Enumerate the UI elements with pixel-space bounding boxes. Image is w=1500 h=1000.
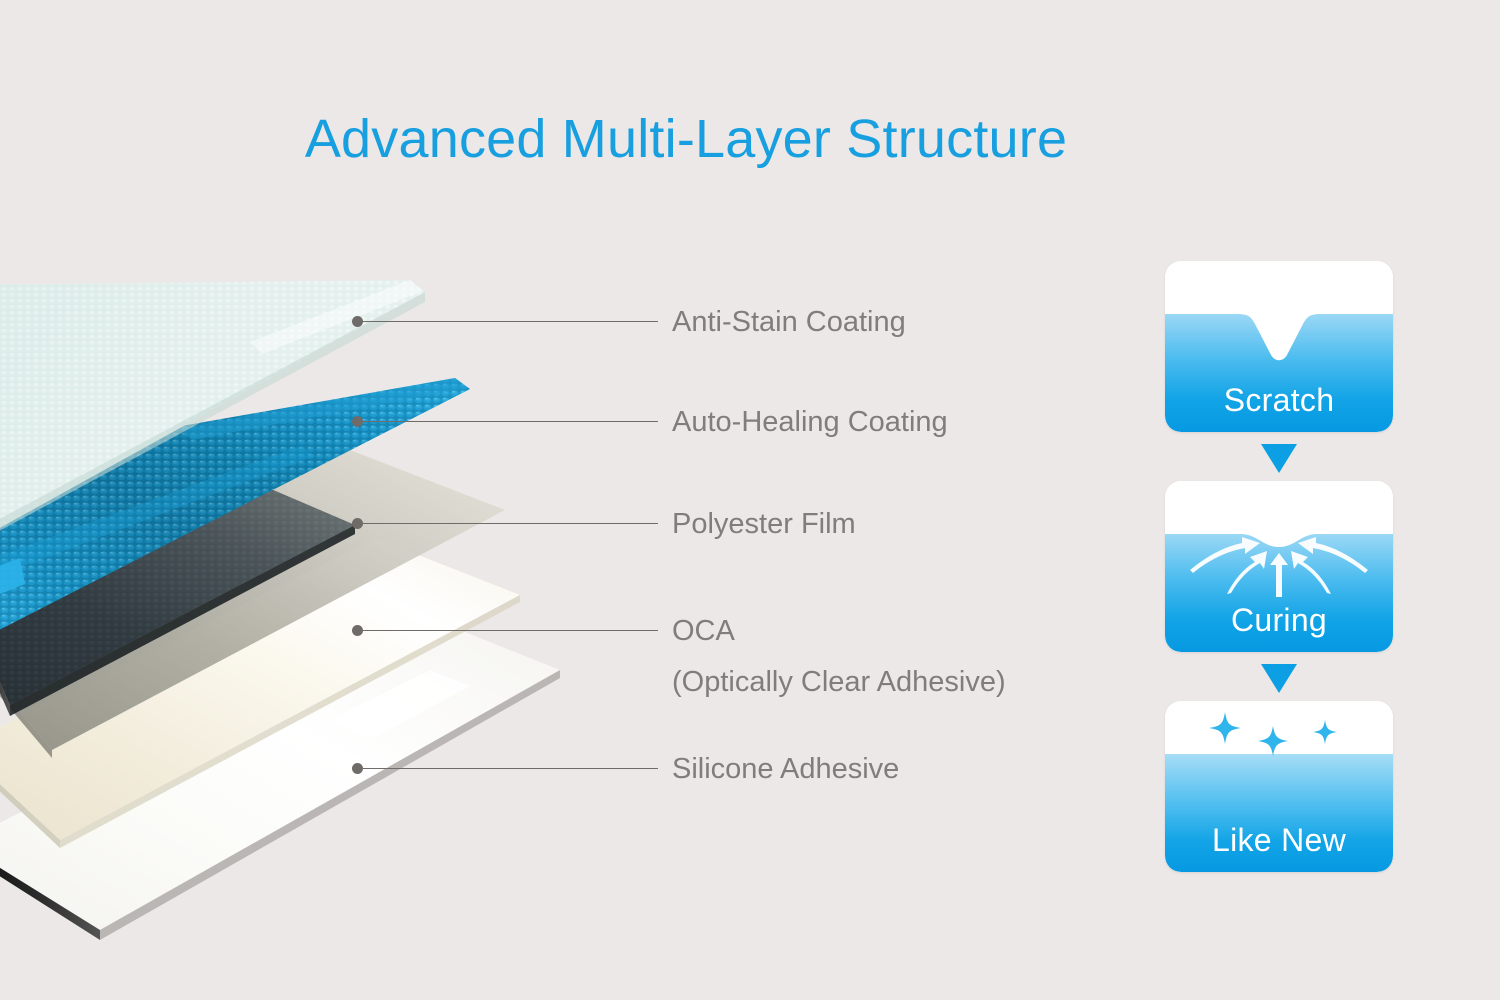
triangle-down-icon (1261, 444, 1297, 473)
self-healing-process-flow: Scratch Curing Like New (1165, 261, 1393, 874)
infographic-stage: Advanced Multi-Layer Structure Anti-Stai… (0, 0, 1500, 1000)
callout-line (362, 321, 658, 322)
triangle-down-icon (1261, 664, 1297, 693)
callout-line (362, 768, 658, 769)
callout-sublabel: (Optically Clear Adhesive) (672, 666, 1006, 698)
process-card-like-new[interactable]: Like New (1165, 701, 1393, 872)
callout-label: Auto-Healing Coating (672, 406, 948, 438)
process-card-curing[interactable]: Curing (1165, 481, 1393, 652)
card-caption: Like New (1211, 822, 1346, 858)
callout-label: Silicone Adhesive (672, 753, 900, 785)
card-caption: Scratch (1223, 382, 1335, 418)
card-caption: Curing (1230, 602, 1328, 638)
callout-label: OCA (672, 615, 735, 647)
callout-line (362, 630, 658, 631)
callout-label: Polyester Film (672, 508, 856, 540)
process-card-scratch[interactable]: Scratch (1165, 261, 1393, 432)
callout-line (362, 421, 658, 422)
callout-label: Anti-Stain Coating (672, 306, 906, 338)
callout-line (362, 523, 658, 524)
